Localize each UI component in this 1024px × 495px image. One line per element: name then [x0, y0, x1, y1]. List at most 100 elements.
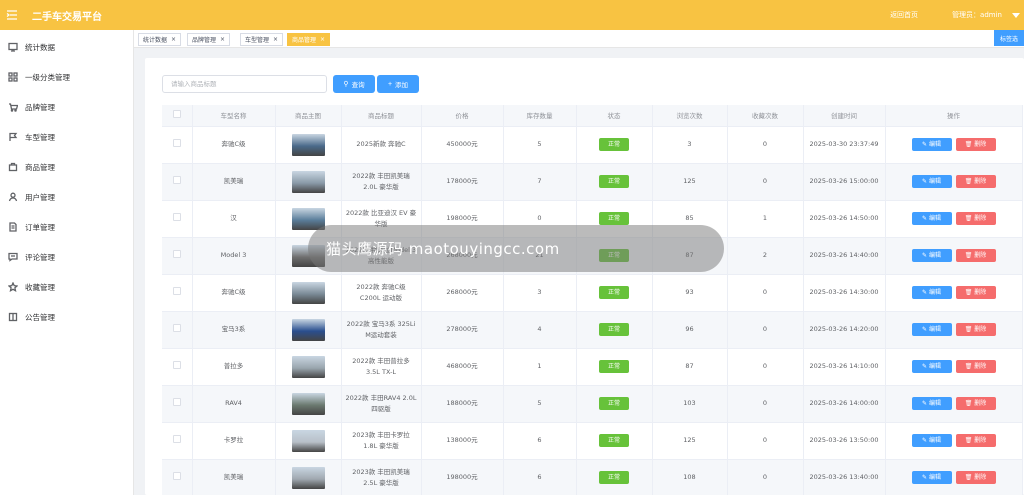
column-header[interactable]: 商品标题 — [341, 105, 422, 127]
sidebar-item-4[interactable]: 商品管理 — [0, 152, 134, 182]
delete-button-label: 删除 — [974, 400, 987, 407]
edit-button-label: 编辑 — [928, 215, 941, 222]
column-header[interactable]: 价格 — [421, 105, 504, 127]
edit-button[interactable]: ✎ 编辑 — [911, 397, 952, 410]
column-header[interactable]: 操作 — [885, 105, 1023, 127]
select-all-checkbox[interactable] — [172, 110, 181, 119]
close-icon[interactable]: × — [171, 36, 176, 43]
search-input[interactable] — [162, 75, 327, 93]
product-image[interactable] — [291, 281, 325, 304]
tab-0[interactable]: 统计数据 × — [138, 33, 182, 46]
add-button[interactable]: + 添加 — [377, 75, 419, 93]
edit-button[interactable]: ✎ 编辑 — [911, 175, 952, 188]
delete-button[interactable]: 🗑 删除 — [955, 286, 996, 299]
row-checkbox[interactable] — [172, 212, 181, 221]
tab-label: 商品管理 — [292, 37, 317, 44]
close-icon[interactable]: × — [273, 36, 278, 43]
sidebar-item-6[interactable]: 订单管理 — [0, 212, 134, 242]
sidebar-item-1[interactable]: 一级分类管理 — [0, 62, 134, 92]
column-header[interactable]: 创建时间 — [803, 105, 886, 127]
cell-title: 2022款 丰田普拉多 3.5L TX-L — [341, 348, 422, 386]
cell-favs: 0 — [727, 385, 804, 423]
delete-button[interactable]: 🗑 删除 — [955, 175, 996, 188]
column-header[interactable]: 浏览次数 — [652, 105, 728, 127]
edit-button[interactable]: ✎ 编辑 — [911, 138, 952, 151]
sidebar-item-8[interactable]: 收藏管理 — [0, 272, 134, 302]
tag-options-button[interactable]: 标签选 — [994, 30, 1024, 46]
edit-button[interactable]: ✎ 编辑 — [911, 249, 952, 262]
sidebar-item-5[interactable]: 用户管理 — [0, 182, 134, 212]
content-card: ⚲ 查询 + 添加 车型名称商品主图商品标题价格库存数量状态浏览次数收藏次数创建… — [145, 58, 1024, 495]
row-checkbox[interactable] — [172, 397, 181, 406]
select-cell — [162, 422, 193, 460]
row-checkbox[interactable] — [172, 138, 181, 147]
hamburger-icon — [6, 10, 17, 20]
document-icon — [9, 222, 17, 232]
product-image[interactable] — [291, 429, 325, 452]
column-header[interactable]: 收藏次数 — [727, 105, 804, 127]
edit-button[interactable]: ✎ 编辑 — [911, 434, 952, 447]
cell-price: 450000元 — [421, 126, 504, 164]
select-cell — [162, 348, 193, 386]
cell-model: RAV4 — [192, 385, 276, 423]
delete-button[interactable]: 🗑 删除 — [955, 471, 996, 484]
cell-actions: ✎ 编辑 🗑 删除 — [885, 422, 1023, 460]
delete-button-label: 删除 — [974, 326, 987, 333]
row-checkbox[interactable] — [172, 286, 181, 295]
product-image[interactable] — [291, 133, 325, 156]
product-image[interactable] — [291, 355, 325, 378]
user-menu[interactable]: 管理员：admin — [952, 10, 1002, 20]
column-header[interactable]: 状态 — [576, 105, 653, 127]
row-checkbox[interactable] — [172, 249, 181, 258]
query-button[interactable]: ⚲ 查询 — [333, 75, 375, 93]
edit-button[interactable]: ✎ 编辑 — [911, 471, 952, 484]
cell-thumb — [275, 459, 342, 495]
close-icon[interactable]: × — [320, 36, 325, 43]
goods-icon — [8, 162, 18, 172]
edit-button[interactable]: ✎ 编辑 — [911, 323, 952, 336]
row-checkbox[interactable] — [172, 471, 181, 480]
product-image[interactable] — [291, 207, 325, 230]
delete-button[interactable]: 🗑 删除 — [955, 323, 996, 336]
sidebar-item-label: 订单管理 — [25, 222, 55, 232]
cell-created: 2025-03-26 14:50:00 — [803, 200, 886, 238]
row-checkbox[interactable] — [172, 360, 181, 369]
delete-button[interactable]: 🗑 删除 — [955, 360, 996, 373]
sidebar-item-9[interactable]: 公告管理 — [0, 302, 134, 332]
sidebar-item-7[interactable]: 评论管理 — [0, 242, 134, 272]
column-header[interactable]: 库存数量 — [503, 105, 577, 127]
delete-button[interactable]: 🗑 删除 — [955, 249, 996, 262]
caret-down-icon[interactable] — [1012, 12, 1020, 18]
home-link[interactable]: 返回首页 — [890, 10, 918, 20]
column-header[interactable]: 车型名称 — [192, 105, 276, 127]
sidebar-item-2[interactable]: 品牌管理 — [0, 92, 134, 122]
tab-3[interactable]: 商品管理 × — [287, 33, 331, 46]
cell-created: 2025-03-26 14:40:00 — [803, 237, 886, 275]
delete-button[interactable]: 🗑 删除 — [955, 138, 996, 151]
cell-stock: 4 — [503, 311, 577, 349]
product-image[interactable] — [291, 318, 325, 341]
cell-price: 188000元 — [421, 385, 504, 423]
edit-button[interactable]: ✎ 编辑 — [911, 286, 952, 299]
tab-2[interactable]: 车型管理 × — [240, 33, 284, 46]
delete-button[interactable]: 🗑 删除 — [955, 397, 996, 410]
delete-button[interactable]: 🗑 删除 — [955, 212, 996, 225]
row-checkbox[interactable] — [172, 323, 181, 332]
sidebar-item-3[interactable]: 车型管理 — [0, 122, 134, 152]
cell-thumb — [275, 385, 342, 423]
edit-button[interactable]: ✎ 编辑 — [911, 360, 952, 373]
row-checkbox[interactable] — [172, 175, 181, 184]
product-image[interactable] — [291, 466, 325, 489]
tabs-bar: 统计数据 × 品牌管理 × 车型管理 × 商品管理 × — [134, 30, 1024, 48]
tab-1[interactable]: 品牌管理 × — [187, 33, 231, 46]
product-image[interactable] — [291, 170, 325, 193]
row-checkbox[interactable] — [172, 434, 181, 443]
delete-button[interactable]: 🗑 删除 — [955, 434, 996, 447]
menu-toggle-button[interactable] — [0, 0, 24, 30]
sidebar-item-0[interactable]: 统计数据 — [0, 32, 134, 62]
product-image[interactable] — [291, 392, 325, 415]
close-icon[interactable]: × — [220, 36, 225, 43]
column-header[interactable]: 商品主图 — [275, 105, 342, 127]
cell-model: 卡罗拉 — [192, 422, 276, 460]
edit-button[interactable]: ✎ 编辑 — [911, 212, 952, 225]
